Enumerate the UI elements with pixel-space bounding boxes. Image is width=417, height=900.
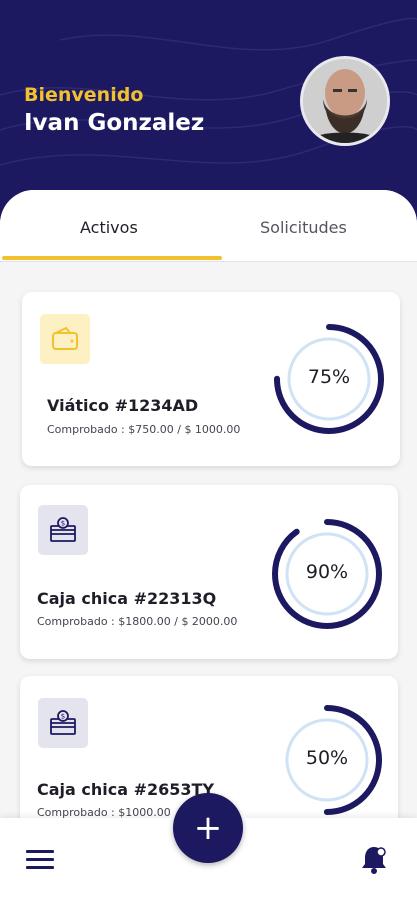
greeting-text: Bienvenido [24,84,144,106]
active-tab-indicator [2,256,222,260]
avatar-portrait-icon [303,59,387,143]
hamburger-menu-icon[interactable] [26,850,56,872]
progress-percent: 50% [305,747,349,769]
cash-box-icon: $ [38,505,88,555]
svg-text:$: $ [61,713,65,721]
progress-percent: 90% [305,561,349,583]
list-item[interactable]: $ Caja chica #22313Q Comprobado : $1800.… [20,485,398,659]
card-subtitle: Comprobado : $1800.00 / $ 2000.00 [37,615,238,628]
header: Bienvenido Ivan Gonzalez [0,0,417,210]
user-name: Ivan Gonzalez [24,110,205,136]
card-subtitle: Comprobado : $750.00 / $ 1000.00 [47,423,241,436]
progress-ring: 75% [272,322,386,436]
progress-ring: 50% [270,703,384,817]
svg-text:$: $ [61,520,65,528]
card-title: Caja chica #2653TY [37,780,215,799]
add-button[interactable]: + [173,793,243,863]
progress-percent: 75% [307,366,351,388]
list-item[interactable]: Viático #1234AD Comprobado : $750.00 / $… [22,292,400,466]
cash-box-icon: $ [38,698,88,748]
tab-activos[interactable]: Activos [80,218,138,237]
tab-solicitudes[interactable]: Solicitudes [260,218,347,237]
bell-icon[interactable] [360,844,390,874]
card-title: Caja chica #22313Q [37,589,217,608]
progress-ring: 90% [270,517,384,631]
card-title: Viático #1234AD [47,396,199,415]
wallet-icon [40,314,90,364]
tab-bar: Activos Solicitudes [0,190,417,262]
avatar[interactable] [300,56,390,146]
